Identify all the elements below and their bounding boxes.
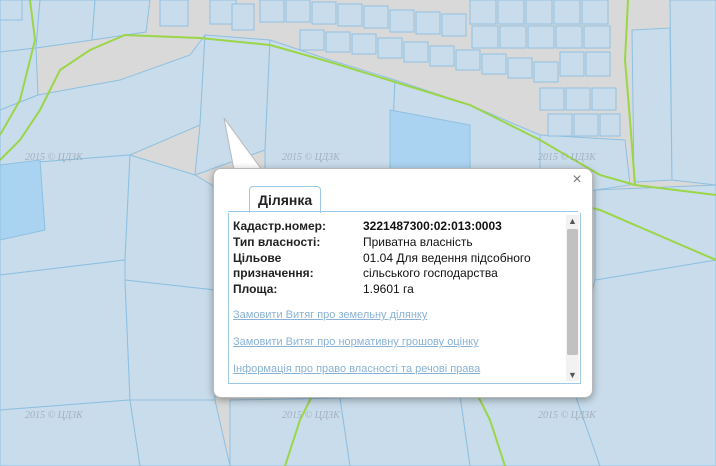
scroll-down-icon[interactable]: ▼ [566,369,579,381]
parcel-attributes: Кадастр.номер: 3221487300:02:013:0003 Ти… [233,219,563,298]
order-valuation-extract-link[interactable]: Замовити Витяг про нормативну грошову оц… [233,336,480,348]
map-watermark: 2015 © ЦДЗК [538,410,596,421]
parcel-info-popup: × Ділянка Кадастр.номер: 3221487300:02:0… [213,168,593,398]
attribute-row: Цільове призначення: 01.04 Для ведення п… [233,251,563,281]
area-label: Площа: [233,282,278,296]
attribute-row: Кадастр.номер: 3221487300:02:013:0003 [233,219,563,234]
purpose-label: Цільове призначення: [233,251,314,280]
map-watermark: 2015 © ЦДЗК [282,152,340,163]
attribute-row: Тип власності: Приватна власність [233,235,563,250]
scroll-thumb[interactable] [567,229,578,355]
attribute-row: Площа: 1.9601 га [233,282,563,297]
popup-content: Кадастр.номер: 3221487300:02:013:0003 Ти… [228,213,581,384]
ownership-type-label: Тип власності: [233,235,321,249]
popup-scrollbar[interactable]: ▲ ▼ [566,215,579,381]
popup-pointer [223,117,263,171]
map-watermark: 2015 © ЦДЗК [538,152,596,163]
map-watermark: 2015 © ЦДЗК [282,410,340,421]
ownership-rights-info-link[interactable]: Інформація про право власності та речові… [233,363,480,375]
order-land-extract-link[interactable]: Замовити Витяг про земельну ділянку [233,309,480,321]
ownership-type-value: Приватна власність [363,235,473,249]
cadastral-number-value: 3221487300:02:013:0003 [363,219,502,233]
scroll-up-icon[interactable]: ▲ [566,215,579,227]
cadastral-number-label: Кадастр.номер: [233,219,326,233]
map-watermark: 2015 © ЦДЗК [25,410,83,421]
map-watermark: 2015 © ЦДЗК [25,152,83,163]
tab-divider [228,211,578,212]
close-icon[interactable]: × [570,172,584,188]
tab-parcel[interactable]: Ділянка [249,186,322,213]
popup-links: Замовити Витяг про земельну ділянку Замо… [233,309,480,383]
area-value: 1.9601 га [363,282,414,296]
purpose-value: 01.04 Для ведення підсобного сільського … [363,251,531,280]
